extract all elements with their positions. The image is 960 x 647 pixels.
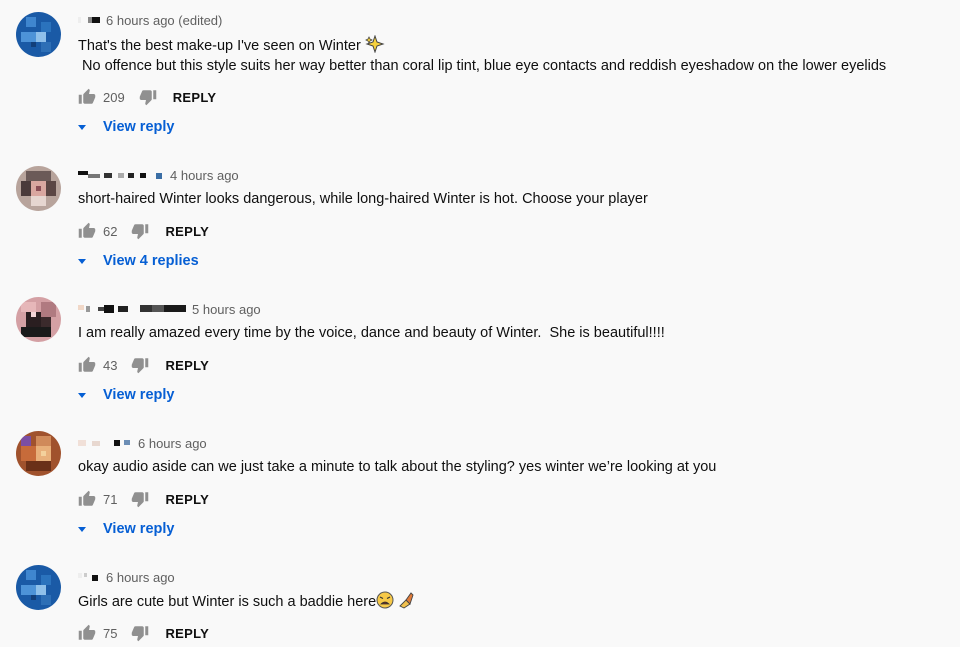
view-replies-button[interactable]: View reply [76,117,174,137]
comment-header: 6 hours ago [78,569,175,585]
comment-text-line: short-haired Winter looks dangerous, whi… [78,191,648,207]
like-icon[interactable] [78,624,96,642]
like-icon[interactable] [78,88,96,106]
weary-face-icon [376,591,394,609]
dislike-icon[interactable] [131,222,149,240]
view-replies-button[interactable]: View 4 replies [76,251,199,271]
view-replies-label: View reply [103,119,175,135]
comment-text-line: No offence but this style suits her way … [78,58,887,74]
comment-actions: 62 REPLY [78,221,209,241]
author-name[interactable] [78,302,188,316]
like-count: 209 [103,89,125,105]
caret-down-icon [78,392,86,398]
comment-header: 5 hours ago [78,301,261,317]
avatar[interactable] [16,565,61,610]
view-replies-button[interactable]: View reply [76,385,174,405]
like-count: 71 [103,491,118,507]
comment-actions: 75 REPLY [78,623,209,643]
comment-text-line: I am really amazed every time by the voi… [78,325,665,341]
reply-button[interactable]: REPLY [173,90,217,105]
author-name[interactable] [78,13,102,27]
author-name[interactable] [78,436,134,450]
comment-timestamp[interactable]: 4 hours ago [170,168,239,183]
comment-actions: 43 REPLY [78,355,209,375]
comment-text-line: okay audio aside can we just take a minu… [78,459,717,475]
comment-header: 6 hours ago (edited) [78,12,222,28]
like-count: 43 [103,357,118,373]
reply-button[interactable]: REPLY [165,492,209,507]
comment-timestamp[interactable]: 6 hours ago [138,436,207,451]
dislike-icon[interactable] [139,88,157,106]
view-replies-label: View reply [103,521,175,537]
comment-text-line: Girls are cute but Winter is such a badd… [78,591,415,612]
like-count: 75 [103,625,118,641]
like-icon[interactable] [78,222,96,240]
author-name[interactable] [78,570,102,584]
avatar[interactable] [16,166,61,211]
comment-actions: 209 REPLY [78,87,216,107]
avatar[interactable] [16,12,61,57]
dislike-icon[interactable] [131,356,149,374]
dislike-icon[interactable] [131,624,149,642]
comment-actions: 71 REPLY [78,489,209,509]
sparkles-icon [364,35,385,53]
reply-button[interactable]: REPLY [165,626,209,641]
reply-button[interactable]: REPLY [165,224,209,239]
comment-timestamp[interactable]: 6 hours ago [106,570,175,585]
avatar[interactable] [16,297,61,342]
view-replies-label: View 4 replies [103,253,199,269]
view-replies-label: View reply [103,387,175,403]
comment-text-line: That's the best make-up I've seen on Win… [78,35,385,56]
nail-polish-icon [397,591,415,609]
comment-timestamp[interactable]: 5 hours ago [192,302,261,317]
caret-down-icon [78,258,86,264]
view-replies-button[interactable]: View reply [76,519,174,539]
dislike-icon[interactable] [131,490,149,508]
caret-down-icon [78,526,86,532]
comment-header: 6 hours ago [78,435,207,451]
author-name[interactable] [78,168,166,182]
comment-header: 4 hours ago [78,167,239,183]
reply-button[interactable]: REPLY [165,358,209,373]
comment-timestamp[interactable]: 6 hours ago (edited) [106,13,222,28]
like-count: 62 [103,223,118,239]
like-icon[interactable] [78,356,96,374]
avatar[interactable] [16,431,61,476]
caret-down-icon [78,124,86,130]
like-icon[interactable] [78,490,96,508]
